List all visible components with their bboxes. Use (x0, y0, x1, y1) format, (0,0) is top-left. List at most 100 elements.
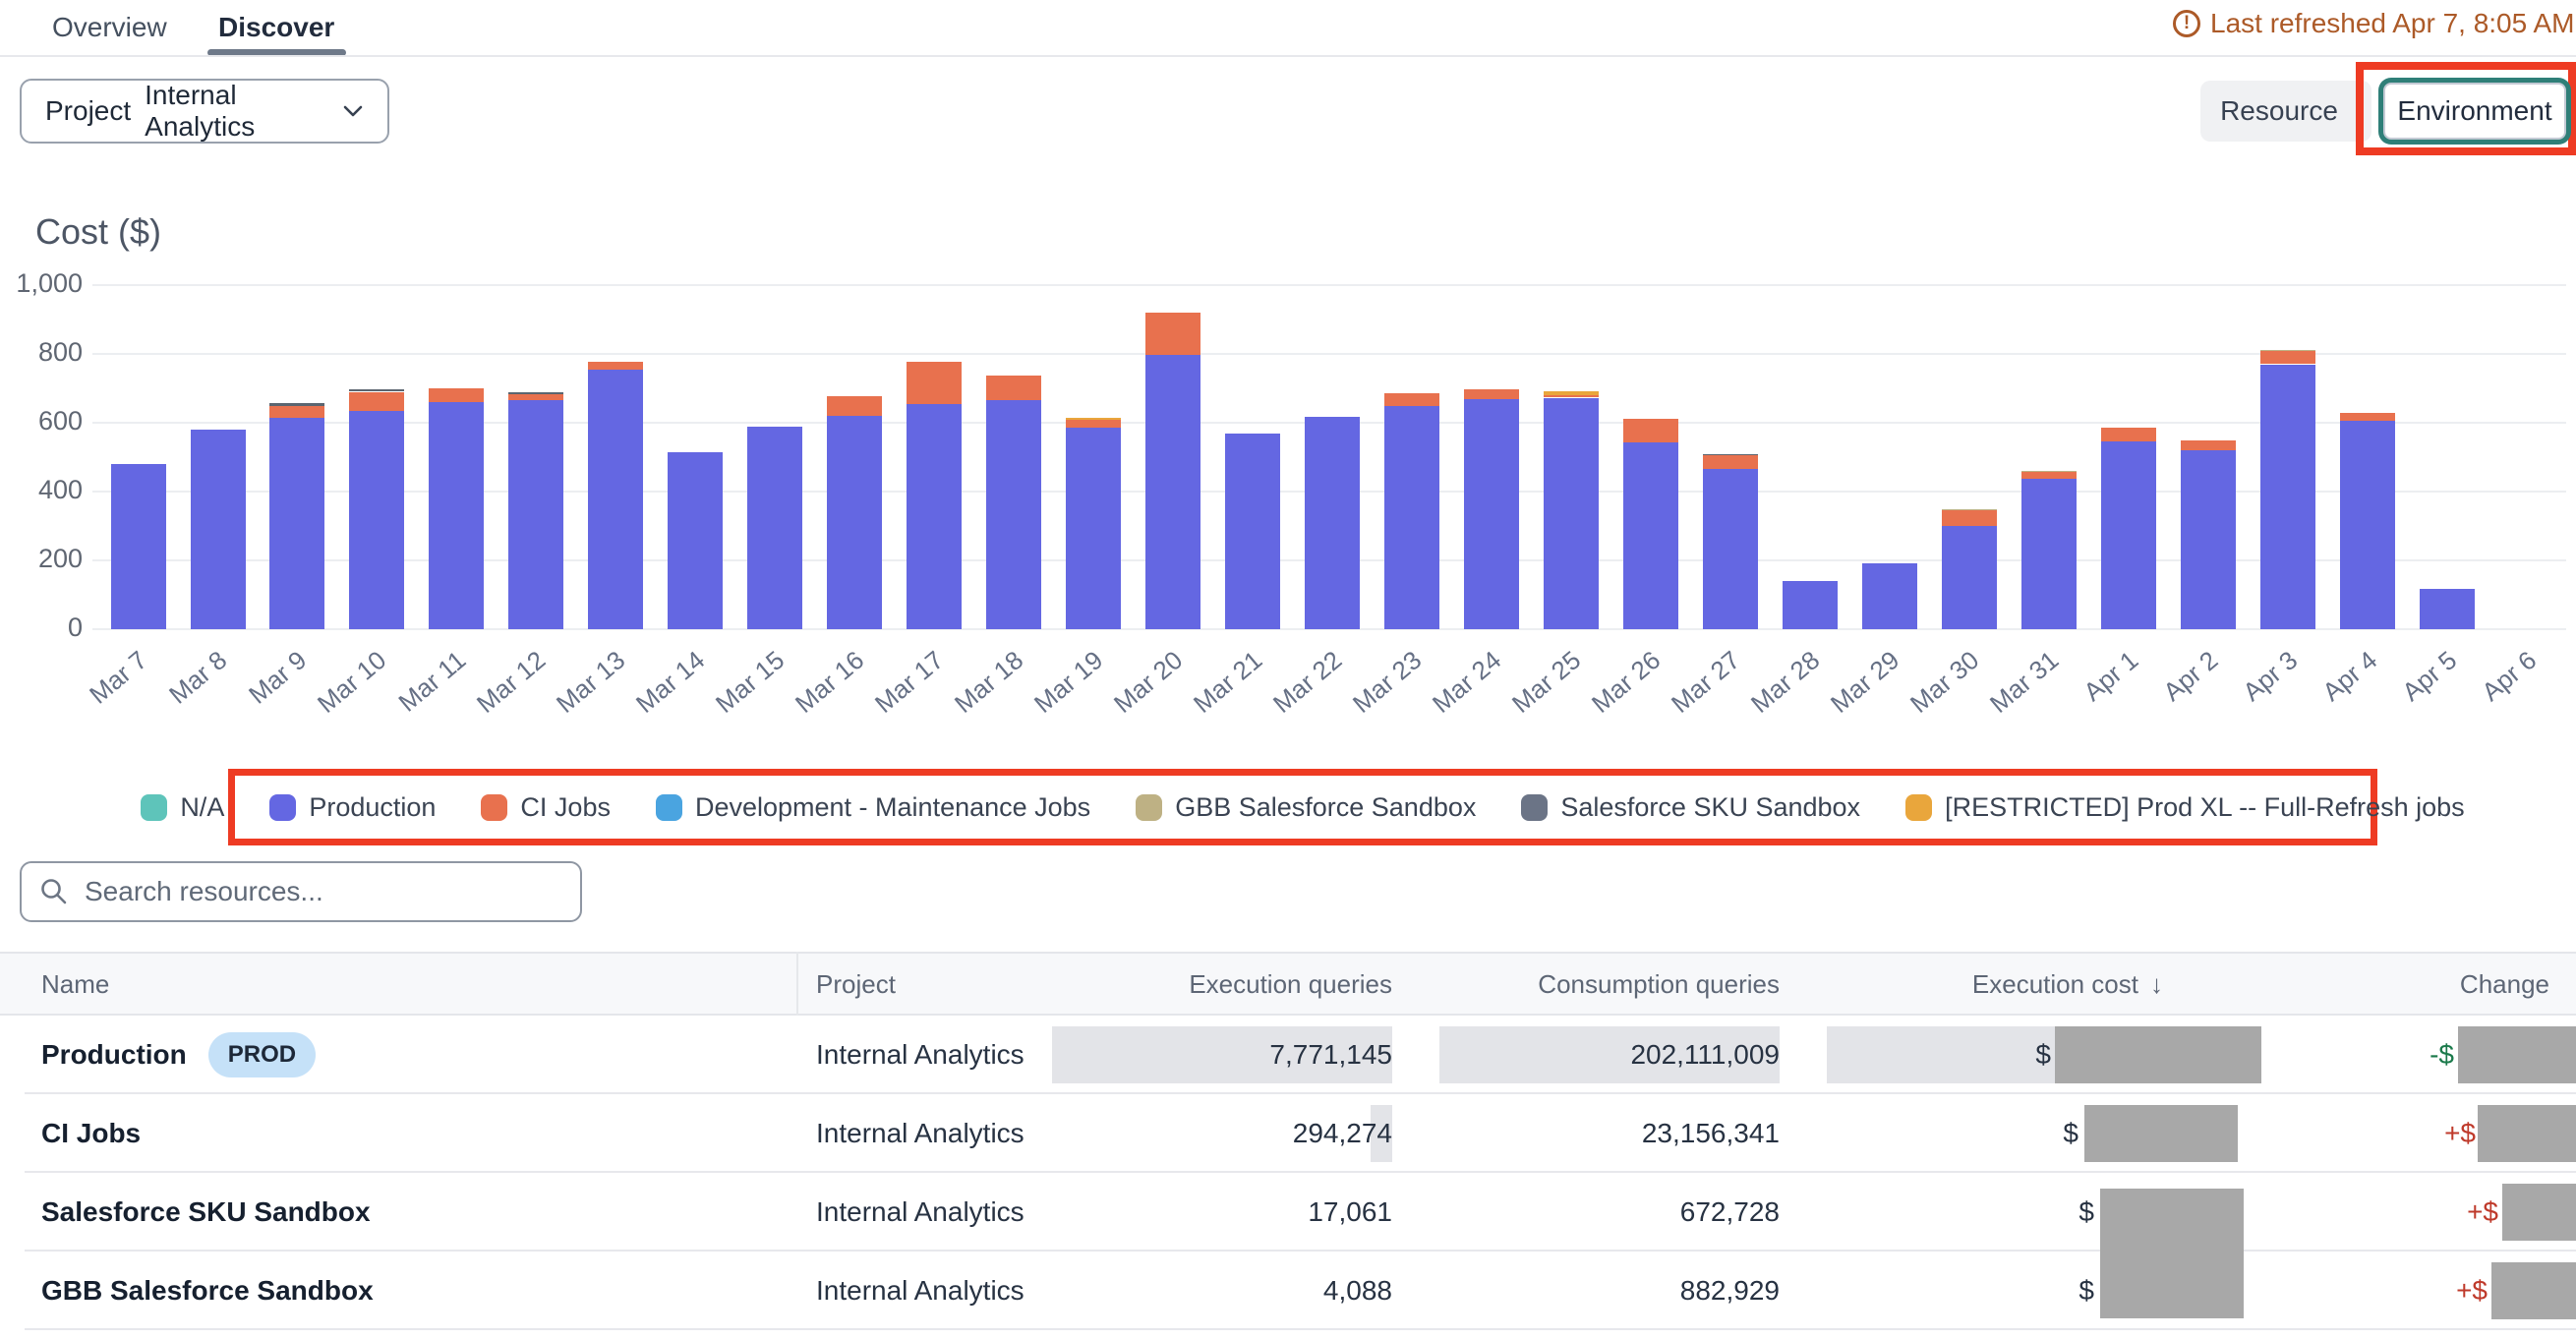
legend-label: [RESTRICTED] Prod XL -- Full-Refresh job… (1945, 792, 2465, 823)
legend-item-production[interactable]: Production (269, 792, 436, 823)
bar-mar-9-production[interactable] (269, 418, 324, 629)
table-row-ci-jobs[interactable]: CI JobsInternal Analytics294,27423,156,3… (0, 1094, 2576, 1173)
bar-mar-30-gbb-salesforce-sandbox[interactable] (1942, 509, 1997, 510)
x-tick-label: Mar 13 (534, 645, 632, 734)
legend-swatch-icon (1521, 794, 1548, 821)
bar-mar-13-production[interactable] (588, 370, 643, 629)
bar-mar-14-production[interactable] (668, 452, 723, 629)
legend-item-ci-jobs[interactable]: CI Jobs (481, 792, 611, 823)
col-header-execution-queries[interactable]: Execution queries (1189, 954, 1392, 1016)
bar-apr-4-ci-jobs[interactable] (2340, 413, 2395, 422)
tab-overview[interactable]: Overview (52, 12, 167, 43)
bar-apr-3-gbb-salesforce-sandbox[interactable] (2260, 350, 2315, 351)
bar-apr-2-production[interactable] (2181, 450, 2236, 629)
legend-item--restricted-prod-xl-full-refresh-jobs[interactable]: [RESTRICTED] Prod XL -- Full-Refresh job… (1905, 792, 2465, 823)
col-header-project[interactable]: Project (816, 954, 896, 1016)
resource-name-cell: ProductionPROD (41, 1016, 316, 1094)
toggle-option-resource[interactable]: Resource (2200, 81, 2358, 142)
bar-mar-9-salesforce-sku-sandbox[interactable] (269, 403, 324, 406)
chart-legend: N/AProductionCI JobsDevelopment - Mainte… (228, 769, 2377, 845)
bar-mar-12-production[interactable] (508, 400, 563, 629)
bar-mar-24-production[interactable] (1464, 399, 1519, 629)
bar-mar-30-production[interactable] (1942, 526, 1997, 629)
bar-mar-19--restricted-prod-xl-full-refresh-jobs[interactable] (1066, 418, 1121, 420)
bar-mar-18-ci-jobs[interactable] (986, 376, 1041, 401)
legend-item-development-maintenance-jobs[interactable]: Development - Maintenance Jobs (656, 792, 1090, 823)
bar-mar-11-production[interactable] (429, 402, 484, 629)
bar-mar-27-production[interactable] (1703, 469, 1758, 629)
bar-mar-12-salesforce-sku-sandbox[interactable] (508, 392, 563, 394)
table-row-salesforce-sku-sandbox[interactable]: Salesforce SKU SandboxInternal Analytics… (0, 1173, 2576, 1252)
bar-mar-17-ci-jobs[interactable] (907, 362, 962, 404)
change-prefix: +$ (2456, 1252, 2488, 1330)
bar-mar-25--restricted-prod-xl-full-refresh-jobs[interactable] (1544, 391, 1599, 396)
bar-apr-3-production[interactable] (2260, 365, 2315, 630)
bar-mar-31-production[interactable] (2021, 479, 2077, 629)
bar-mar-24-ci-jobs[interactable] (1464, 389, 1519, 399)
bar-mar-19-production[interactable] (1066, 428, 1121, 629)
bar-mar-18-production[interactable] (986, 400, 1041, 629)
bar-mar-16-production[interactable] (827, 416, 882, 629)
x-tick-label: Apr 6 (2444, 645, 2543, 734)
bar-mar-27-ci-jobs[interactable] (1703, 455, 1758, 469)
cost-dashboard-page: Overview Discover ! Last refreshed Apr 7… (0, 0, 2576, 1339)
execution-cost-prefix: $ (2078, 1173, 2094, 1252)
col-header-consumption-queries[interactable]: Consumption queries (1538, 954, 1780, 1016)
search-input[interactable] (85, 876, 562, 907)
bar-mar-31-ci-jobs[interactable] (2021, 472, 2077, 479)
col-header-name[interactable]: Name (41, 954, 109, 1016)
y-tick-label: 1,000 (0, 268, 83, 299)
bar-mar-20-ci-jobs[interactable] (1145, 313, 1200, 355)
bar-mar-21-production[interactable] (1225, 434, 1280, 630)
bar-mar-25-ci-jobs[interactable] (1544, 395, 1599, 397)
bar-mar-30-ci-jobs[interactable] (1942, 510, 1997, 526)
bar-mar-8-production[interactable] (191, 430, 246, 629)
col-header-execution-cost[interactable]: Execution cost↓ (1972, 954, 2163, 1016)
legend-item-gbb-salesforce-sandbox[interactable]: GBB Salesforce Sandbox (1136, 792, 1476, 823)
bar-mar-15-production[interactable] (747, 427, 802, 630)
project-filter-dropdown[interactable]: Project Internal Analytics (20, 79, 389, 144)
bar-apr-1-ci-jobs[interactable] (2101, 428, 2156, 441)
bar-apr-5-production[interactable] (2420, 589, 2475, 629)
bar-mar-17-production[interactable] (907, 404, 962, 629)
bar-mar-10-production[interactable] (349, 411, 404, 629)
bar-mar-12-ci-jobs[interactable] (508, 394, 563, 400)
bar-mar-7-production[interactable] (111, 464, 166, 629)
change-redaction (2491, 1262, 2576, 1319)
bar-apr-4-production[interactable] (2340, 421, 2395, 629)
bar-mar-20-production[interactable] (1145, 355, 1200, 629)
gridline-1000 (92, 284, 2566, 286)
legend-item-salesforce-sku-sandbox[interactable]: Salesforce SKU Sandbox (1521, 792, 1860, 823)
search-box[interactable] (20, 861, 582, 922)
bar-mar-28-production[interactable] (1783, 581, 1838, 629)
bar-mar-26-production[interactable] (1623, 442, 1678, 629)
bar-mar-10-salesforce-sku-sandbox[interactable] (349, 389, 404, 391)
bar-mar-10-ci-jobs[interactable] (349, 392, 404, 411)
legend-item-n-a[interactable]: N/A (141, 792, 224, 823)
bar-mar-25-production[interactable] (1544, 398, 1599, 630)
bar-mar-29-production[interactable] (1862, 563, 1917, 630)
bar-mar-27-salesforce-sku-sandbox[interactable] (1703, 454, 1758, 455)
bar-mar-26-ci-jobs[interactable] (1623, 419, 1678, 442)
prod-badge: PROD (208, 1032, 316, 1077)
bar-mar-11-ci-jobs[interactable] (429, 388, 484, 402)
bar-apr-3-ci-jobs[interactable] (2260, 351, 2315, 364)
table-row-production[interactable]: ProductionPRODInternal Analytics7,771,14… (0, 1016, 2576, 1094)
bar-apr-1-production[interactable] (2101, 441, 2156, 629)
bar-apr-2-ci-jobs[interactable] (2181, 440, 2236, 451)
col-header-change[interactable]: Change (2460, 954, 2549, 1016)
bar-mar-22-production[interactable] (1305, 417, 1360, 629)
bar-mar-23-ci-jobs[interactable] (1384, 393, 1439, 406)
bar-mar-9-ci-jobs[interactable] (269, 406, 324, 418)
x-tick-label: Mar 14 (614, 645, 712, 734)
execution-cost-redaction (2055, 1026, 2261, 1083)
bar-mar-31-gbb-salesforce-sandbox[interactable] (2021, 471, 2077, 472)
bar-mar-23-production[interactable] (1384, 406, 1439, 629)
execution-queries-cell: 294,274 (1293, 1094, 1392, 1173)
bar-mar-16-ci-jobs[interactable] (827, 396, 882, 416)
x-tick-label: Apr 2 (2126, 645, 2224, 734)
tab-discover[interactable]: Discover (218, 12, 334, 43)
bar-mar-13-ci-jobs[interactable] (588, 362, 643, 370)
bar-mar-19-ci-jobs[interactable] (1066, 420, 1121, 429)
toggle-option-environment[interactable]: Environment (2383, 83, 2566, 140)
